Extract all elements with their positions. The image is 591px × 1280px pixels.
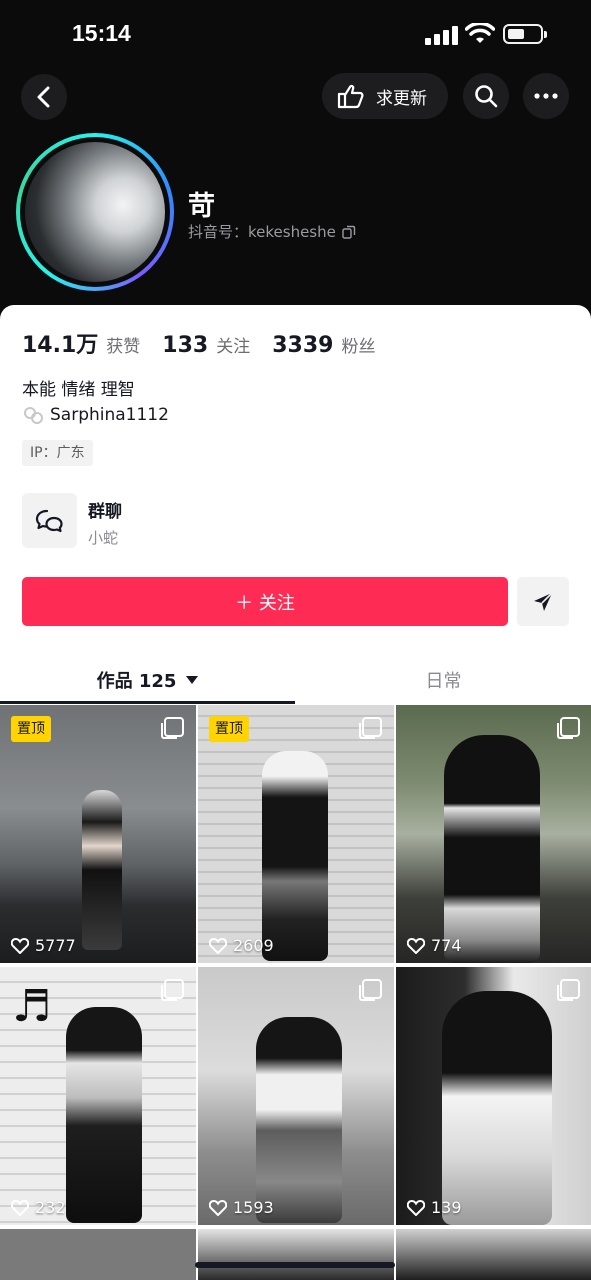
multi-image-icon (557, 979, 580, 1001)
video-tile[interactable]: ♬ 232 (0, 967, 196, 1225)
video-tile[interactable]: 139 (396, 967, 591, 1225)
battery-icon (503, 24, 547, 44)
avatar-ring[interactable] (16, 133, 174, 291)
heart-icon (209, 1199, 227, 1216)
video-tile[interactable]: 774 (396, 705, 591, 963)
stats-row: 14.1万 获赞 133 关注 3339 粉丝 (22, 327, 397, 359)
group-chat-button[interactable] (22, 493, 77, 548)
link-rings-icon (24, 407, 43, 424)
like-count: 139 (407, 1198, 462, 1217)
group-chat-title[interactable]: 群聊 (88, 497, 122, 522)
more-dots-icon (534, 93, 558, 99)
followers-label[interactable]: 粉丝 (341, 332, 375, 357)
send-icon (534, 591, 553, 611)
tab-daily-label: 日常 (425, 671, 462, 692)
video-tile[interactable]: 1593 (198, 967, 394, 1225)
video-thumbnail (444, 735, 540, 963)
tab-works[interactable]: 作品 125 (0, 660, 295, 700)
douyin-id[interactable]: 抖音号：kekesheshe (188, 221, 356, 242)
bio-handle[interactable]: Sarphina1112 (22, 405, 169, 425)
video-tile[interactable] (0, 1229, 196, 1280)
followers-count[interactable]: 3339 (272, 333, 333, 358)
caret-down-icon (186, 675, 199, 684)
group-chat-subtitle: 小蛇 (88, 529, 119, 547)
bio-handle-text: Sarphina1112 (50, 405, 169, 425)
home-indicator (195, 1262, 395, 1268)
likes-count: 14.1万 (22, 333, 99, 358)
avatar (25, 142, 165, 282)
pointing-hand-icon (337, 84, 364, 109)
heart-icon (407, 1199, 425, 1216)
status-time: 15:14 (72, 20, 131, 46)
heart-icon (11, 937, 29, 954)
multi-image-icon (161, 717, 184, 739)
douyin-id-text: 抖音号：kekesheshe (188, 223, 336, 241)
request-update-label: 求更新 (376, 88, 427, 109)
multi-image-icon (161, 979, 184, 1001)
tab-daily[interactable]: 日常 (296, 660, 591, 700)
video-thumbnail (66, 1007, 142, 1223)
follow-button[interactable]: ＋ 关注 (22, 577, 508, 626)
video-thumbnail (256, 1017, 342, 1223)
pinned-badge: 置顶 (11, 716, 51, 742)
video-thumbnail (442, 991, 552, 1225)
music-notes: ♬ (12, 981, 52, 1032)
wifi-icon (465, 23, 495, 43)
heart-icon (11, 1199, 29, 1216)
following-count[interactable]: 133 (162, 333, 208, 358)
more-button[interactable] (523, 73, 569, 119)
chat-bubbles-icon (35, 509, 63, 532)
heart-icon (209, 937, 227, 954)
like-count: 774 (407, 936, 462, 955)
back-button[interactable] (21, 74, 67, 120)
video-tile[interactable]: 置顶 5777 (0, 705, 196, 963)
profile-panel: 14.1万 获赞 133 关注 3339 粉丝 本能 情绪 理智 Sarphin… (0, 305, 591, 1280)
tab-indicator (0, 701, 295, 704)
like-count: 5777 (11, 936, 76, 955)
likes-label: 获赞 (106, 337, 141, 357)
like-count: 2609 (209, 936, 274, 955)
video-tile[interactable] (198, 1229, 394, 1280)
bio-text: 本能 情绪 理智 (22, 380, 135, 400)
video-tile[interactable]: 置顶 2609 (198, 705, 394, 963)
multi-image-icon (359, 979, 382, 1001)
nickname: 苛 (188, 191, 215, 222)
multi-image-icon (359, 717, 382, 739)
like-count: 1593 (209, 1198, 274, 1217)
message-button[interactable] (517, 577, 569, 626)
video-thumbnail (82, 790, 122, 950)
pinned-badge: 置顶 (209, 716, 249, 742)
signal-icon (425, 25, 458, 45)
copy-icon (342, 225, 356, 239)
request-update-button[interactable]: 求更新 (322, 73, 448, 119)
video-tile[interactable] (396, 1229, 591, 1280)
search-button[interactable] (463, 73, 509, 119)
heart-icon (407, 937, 425, 954)
tab-works-label: 作品 125 (96, 671, 177, 692)
search-icon (475, 85, 498, 108)
chevron-left-icon (37, 86, 50, 108)
like-count: 232 (11, 1198, 66, 1217)
following-label[interactable]: 关注 (216, 332, 250, 357)
video-thumbnail (262, 751, 328, 961)
ip-location-tag: IP：广东 (22, 440, 93, 466)
multi-image-icon (557, 717, 580, 739)
status-bar: 15:14 (0, 0, 591, 70)
